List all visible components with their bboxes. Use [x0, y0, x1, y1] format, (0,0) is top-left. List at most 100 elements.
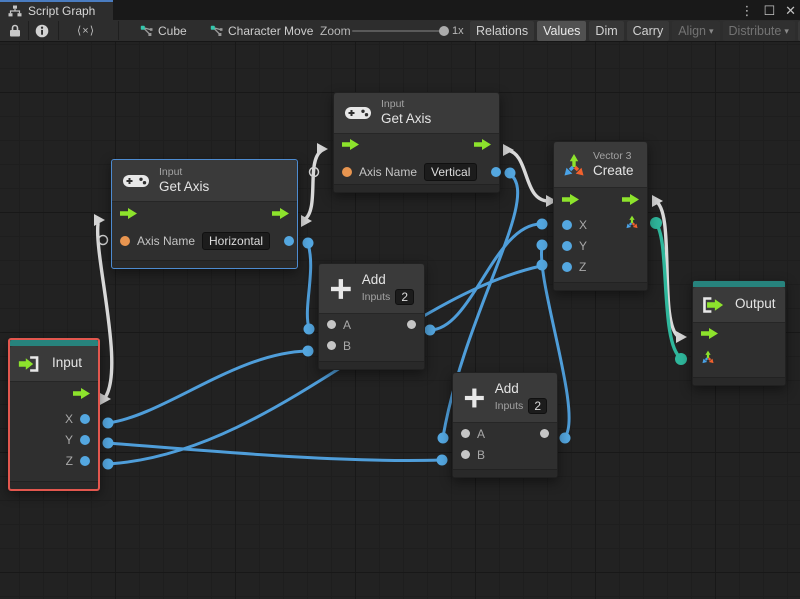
chevron-down-icon: ▾: [784, 26, 789, 37]
tab-bar: Script Graph ⋮ ☐ ✕: [0, 0, 800, 20]
vector3-icon: [562, 153, 586, 177]
node-footer: [693, 377, 785, 385]
port-z[interactable]: [562, 262, 572, 272]
graph-name: Cube: [158, 24, 187, 38]
node-graph-input[interactable]: Input X Y Z: [8, 338, 100, 491]
graph-asset-icon: [140, 25, 153, 37]
toolbar-toggle-group: Relations Values Dim Carry Align▾ Distri…: [470, 21, 800, 41]
code-angle-icon: ⟨×⟩: [77, 24, 95, 37]
inputs-label: Inputs: [362, 291, 391, 304]
dim-button[interactable]: Dim: [589, 21, 623, 41]
code-view-button[interactable]: ⟨×⟩: [66, 20, 106, 41]
flow-in-port[interactable]: [562, 192, 579, 210]
node-footer: [453, 469, 557, 477]
vector3-result-port[interactable]: [625, 215, 639, 234]
vector3-in-port[interactable]: [701, 350, 715, 369]
node-get-axis-vertical[interactable]: Input Get Axis Axis Name Vertical: [333, 92, 500, 193]
node-get-axis-horizontal[interactable]: Input Get Axis Axis Name Horizontal: [111, 159, 298, 269]
port-b[interactable]: [327, 341, 336, 350]
node-title: Get Axis: [381, 111, 431, 128]
gamepad-icon: [122, 173, 150, 189]
flow-in-port[interactable]: [342, 137, 359, 155]
graph-toolbar: ⟨×⟩ Cube Character Move Zoom 1x Relation…: [0, 20, 800, 42]
values-button[interactable]: Values: [537, 21, 586, 41]
port-y-out[interactable]: [80, 435, 90, 445]
inputs-count-field[interactable]: 2: [395, 289, 414, 305]
info-button[interactable]: [33, 20, 51, 41]
value-out-port[interactable]: [491, 167, 501, 177]
node-footer: [334, 184, 499, 192]
node-footer: [319, 361, 424, 369]
node-vector3-create[interactable]: Vector 3 Create X Y Z: [553, 141, 648, 291]
node-title: Add: [495, 381, 547, 398]
node-add-2[interactable]: Add Inputs 2 A B: [452, 372, 558, 478]
wire-input-x-to-add1-b: [108, 351, 307, 423]
wire-flow-horizontal-to-vertical: [304, 151, 321, 220]
node-footer: [112, 260, 297, 268]
gamepad-icon: [344, 105, 372, 121]
port-b[interactable]: [461, 450, 470, 459]
node-title: Get Axis: [159, 179, 209, 196]
graph-asset-icon: [210, 25, 223, 37]
close-icon[interactable]: ✕: [785, 4, 796, 17]
info-icon: [35, 24, 49, 38]
axis-name-port[interactable]: [342, 167, 352, 177]
graph-canvas[interactable]: Input Get Axis Axis Name Vertical Input: [0, 42, 800, 599]
window-controls: ⋮ ☐ ✕: [740, 0, 796, 20]
relations-button[interactable]: Relations: [470, 21, 534, 41]
flow-in-port[interactable]: [701, 326, 718, 344]
flow-out-port[interactable]: [474, 137, 491, 155]
axis-name-field[interactable]: Vertical: [424, 163, 477, 181]
node-title: Input: [52, 355, 82, 372]
flow-out-port[interactable]: [73, 386, 90, 404]
wire-flow-vertical-to-create: [506, 150, 548, 201]
wire-add1-to-create-x: [430, 224, 541, 330]
toolbar-separator: [58, 21, 59, 40]
axis-name-port[interactable]: [120, 236, 130, 246]
flow-out-port[interactable]: [622, 192, 639, 210]
lock-button[interactable]: [6, 20, 24, 41]
axis-name-field[interactable]: Horizontal: [202, 232, 270, 250]
sum-out-port[interactable]: [540, 429, 549, 438]
align-dropdown[interactable]: Align▾: [672, 21, 719, 41]
port-x[interactable]: [562, 220, 572, 230]
node-category: Vector 3: [593, 150, 634, 163]
flow-out-port[interactable]: [272, 206, 289, 224]
toolbar-separator: [28, 21, 29, 40]
plus-icon: [329, 277, 353, 301]
lock-icon: [9, 24, 21, 37]
breadcrumb-graph-cube[interactable]: Cube: [140, 20, 187, 41]
node-footer: [554, 282, 647, 290]
tab-script-graph[interactable]: Script Graph: [0, 0, 113, 20]
vector-wire-endpoints: [650, 217, 687, 365]
kebab-menu-icon[interactable]: ⋮: [740, 4, 753, 17]
inputs-count-field[interactable]: 2: [528, 398, 547, 414]
port-x-out[interactable]: [80, 414, 90, 424]
port-z-out[interactable]: [80, 456, 90, 466]
sum-out-port[interactable]: [407, 320, 416, 329]
tab-title: Script Graph: [28, 4, 95, 18]
zoom-slider-handle[interactable]: [439, 26, 449, 36]
node-add-1[interactable]: Add Inputs 2 A B: [318, 263, 425, 370]
port-y[interactable]: [562, 241, 572, 251]
node-graph-output[interactable]: Output: [692, 280, 786, 386]
flow-in-port[interactable]: [120, 206, 137, 224]
breadcrumb-graph-character-move[interactable]: Character Move: [210, 20, 313, 41]
inputs-label: Inputs: [495, 400, 524, 413]
toolbar-separator: [118, 21, 119, 40]
node-footer: [10, 481, 98, 489]
maximize-icon[interactable]: ☐: [763, 4, 775, 17]
value-out-port[interactable]: [284, 236, 294, 246]
node-title: Add: [362, 272, 414, 289]
zoom-control: Zoom: [320, 20, 351, 41]
param-label: Axis Name: [137, 234, 195, 248]
param-label: Axis Name: [359, 165, 417, 179]
distribute-dropdown[interactable]: Distribute▾: [723, 21, 795, 41]
zoom-slider[interactable]: [352, 30, 444, 32]
node-category: Input: [159, 166, 209, 179]
output-bracket-icon: [701, 296, 727, 314]
carry-button[interactable]: Carry: [627, 21, 670, 41]
port-a[interactable]: [461, 429, 470, 438]
node-category: Input: [381, 98, 431, 111]
port-a[interactable]: [327, 320, 336, 329]
